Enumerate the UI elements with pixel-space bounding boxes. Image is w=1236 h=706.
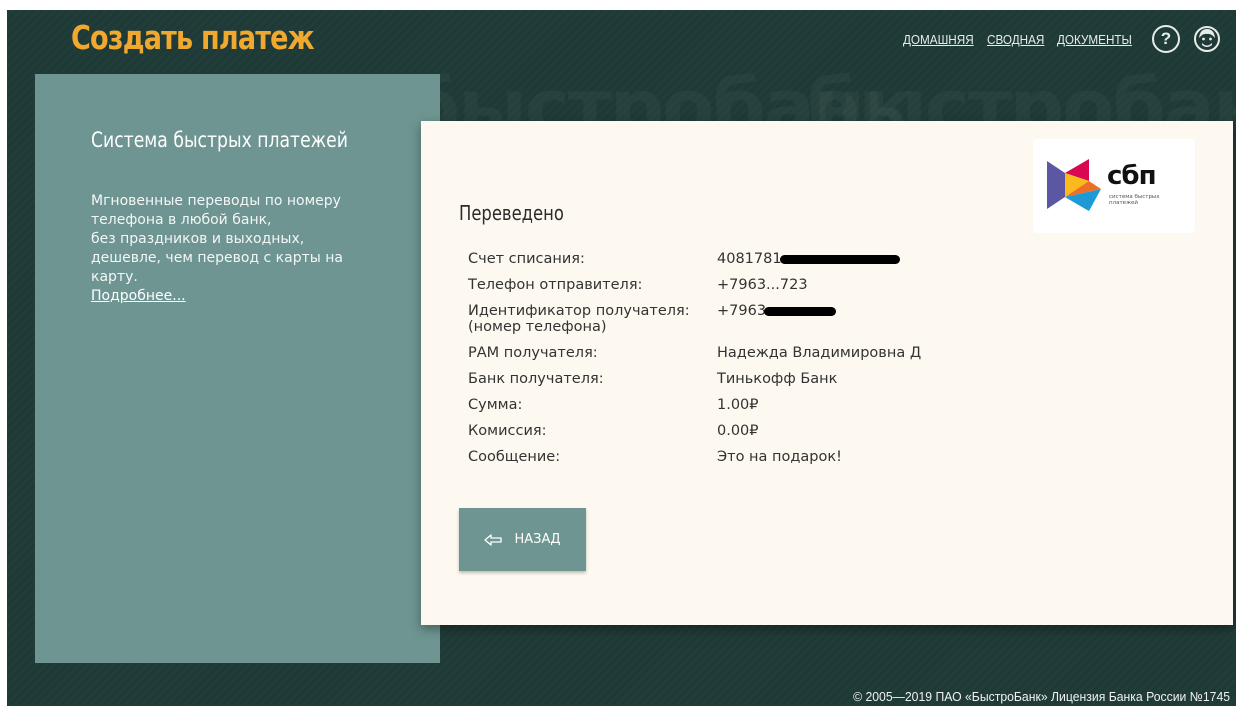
detail-row-recipient-bank: Банк получателя: Тинькофф Банк <box>468 371 1188 387</box>
detail-label: Банк получателя: <box>468 371 604 387</box>
detail-label: Счет списания: <box>468 251 585 267</box>
detail-row-recipient-name: РАМ получателя: Надежда Владимировна Д <box>468 345 1188 361</box>
back-arrow-icon <box>484 533 503 546</box>
nav-summary-link[interactable]: СВОДНАЯ <box>987 32 1044 47</box>
detail-row-recipient-id: Идентификатор получателя: (номер телефон… <box>468 303 1188 335</box>
nav-home-link[interactable]: ДОМАШНЯЯ <box>903 32 974 47</box>
detail-label: РАМ получателя: <box>468 345 598 361</box>
footer-copyright: © 2005—2019 ПАО «БыстроБанк» Лицензия Ба… <box>853 689 1230 704</box>
detail-row-account: Счет списания: 4081781 <box>468 251 1188 267</box>
sidebar-line: дешевле, чем перевод с карты на <box>91 250 343 266</box>
sidebar-line: карту. <box>91 269 138 285</box>
detail-row-message: Сообщение: Это на подарок! <box>468 449 1188 465</box>
detail-value: 4081781 <box>717 251 782 267</box>
payment-result-card: сбп система быстрых платежей Переведено … <box>421 121 1233 625</box>
sidebar-description: Мгновенные переводы по номеру телефона в… <box>91 192 391 306</box>
detail-value: 0.00₽ <box>717 423 759 439</box>
detail-label: Телефон отправителя: <box>468 277 643 293</box>
nav-documents-link[interactable]: ДОКУМЕНТЫ <box>1057 32 1132 47</box>
sbp-logo: сбп система быстрых платежей <box>1033 139 1195 233</box>
detail-value: Тинькофф Банк <box>717 371 838 387</box>
sidebar-line: Мгновенные переводы по номеру <box>91 193 341 209</box>
page-title: Создать платеж <box>71 18 315 57</box>
detail-row-sender-phone: Телефон отправителя: +7963...723 <box>468 277 1188 293</box>
detail-label: Сообщение: <box>468 449 561 465</box>
sidebar-line: телефона в любой банк, <box>91 212 272 228</box>
sbp-logo-icon <box>1047 159 1101 211</box>
detail-value: +7963...723 <box>717 277 808 293</box>
help-circle-icon[interactable]: ? <box>1152 25 1180 53</box>
redaction-mark <box>779 254 900 264</box>
detail-row-amount: Сумма: 1.00₽ <box>468 397 1188 413</box>
detail-value: 1.00₽ <box>717 397 759 413</box>
detail-label: Сумма: <box>468 397 523 413</box>
detail-value: Надежда Владимировна Д <box>717 345 922 361</box>
detail-label: Комиссия: <box>468 423 547 439</box>
more-info-link[interactable]: Подробнее... <box>91 288 186 304</box>
sbp-logo-subtitle: система быстрых платежей <box>1109 194 1160 206</box>
redaction-mark <box>764 306 837 316</box>
top-navigation: ДОМАШНЯЯ СВОДНАЯ ДОКУМЕНТЫ ? <box>903 24 1222 54</box>
sidebar-line: без праздников и выходных, <box>91 231 305 247</box>
sidebar-panel: Система быстрых платежей Мгновенные пере… <box>35 74 440 663</box>
back-button-label: НАЗАД <box>514 532 561 547</box>
status-title: Переведено <box>459 201 564 225</box>
detail-value: +7963 <box>717 303 767 319</box>
detail-value: Это на подарок! <box>717 449 842 465</box>
back-button[interactable]: НАЗАД <box>459 508 586 571</box>
payment-details: Счет списания: 4081781 Телефон отправите… <box>468 251 1188 475</box>
app-window: быстробанк быстробанк Создать платеж ДОМ… <box>7 10 1236 706</box>
detail-label: Идентификатор получателя: (номер телефон… <box>468 303 690 335</box>
user-avatar-icon[interactable] <box>1192 24 1222 54</box>
detail-row-fee: Комиссия: 0.00₽ <box>468 423 1188 439</box>
sbp-logo-text: сбп <box>1107 161 1157 191</box>
sidebar-title: Система быстрых платежей <box>91 128 348 152</box>
